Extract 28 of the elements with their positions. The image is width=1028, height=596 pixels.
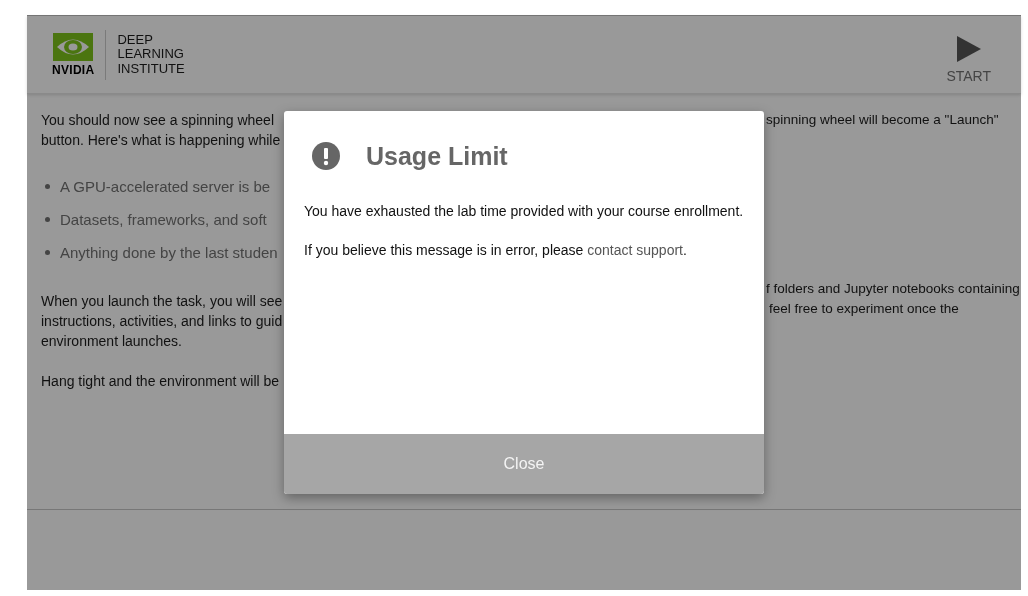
bullet-icon [45, 250, 50, 255]
bullet-text: A GPU-accelerated server is be [60, 178, 271, 195]
body-text-line: button. Here's what is happening while [41, 131, 282, 150]
institute-title-line: INSTITUTE [117, 61, 185, 77]
start-button[interactable]: START [946, 35, 991, 84]
body-text-line: instructions, activities, and links to guid [41, 312, 282, 331]
body-text-line: spinning wheel will become a "Launch" [766, 111, 1000, 129]
logo-wordmark: NVIDIA [52, 64, 95, 76]
bullet-text: Datasets, frameworks, and soft [60, 211, 267, 228]
body-text-line: f folders and Jupyter notebooks containing [766, 280, 1020, 298]
dialog-message: You have exhausted the lab time provided with your course enrollment. [304, 202, 744, 221]
dialog-title: Usage Limit [366, 141, 508, 171]
body-text-line: feel free to experiment once the [769, 300, 960, 318]
dialog-note: If you believe this message is in error, please contact support. [304, 241, 688, 260]
play-icon [956, 35, 981, 62]
body-text-line: Hang tight and the environment will be [41, 372, 281, 391]
bullet-text: Anything done by the last studen [60, 244, 278, 261]
body-text-line: When you launch the task, you will see [41, 292, 282, 311]
contact-support-link[interactable]: contact support [587, 242, 683, 258]
body-text-line: You should now see a spinning wheel [41, 111, 275, 130]
bullet-icon [45, 217, 50, 222]
institute-title-line: DEEP [117, 32, 154, 48]
institute-title-line: LEARNING [117, 47, 185, 62]
eye-logo-icon [53, 33, 94, 61]
bullet-icon [45, 184, 50, 189]
body-text-line: environment launches. [41, 332, 183, 351]
exclamation-icon [312, 142, 340, 170]
close-button[interactable]: Close [284, 434, 764, 494]
